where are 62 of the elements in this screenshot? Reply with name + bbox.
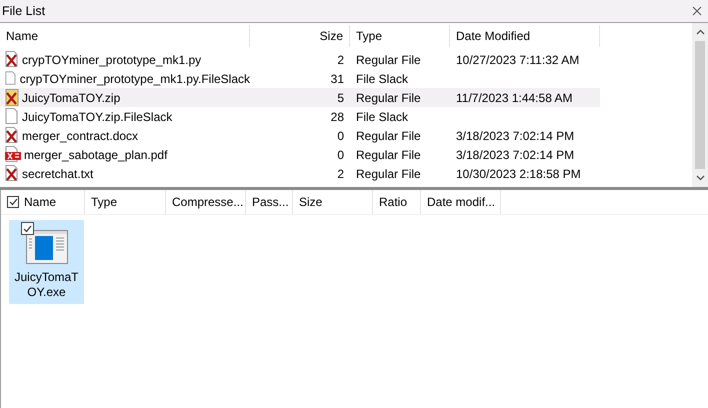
file-date: 3/18/2023 7:02:14 PM	[455, 148, 576, 162]
file-row[interactable]: merger_contract.docx 0 Regular File 3/18/2023 7:02:14 PM	[0, 126, 600, 145]
file-type: Regular File	[355, 148, 422, 162]
select-all-checkbox[interactable]	[7, 196, 19, 208]
file-type: Regular File	[355, 52, 422, 66]
column-header[interactable]: Size	[250, 25, 350, 47]
scroll-up-icon[interactable]	[696, 29, 704, 35]
file-name: JuicyTomaTOY.zip	[22, 90, 120, 104]
application-icon	[26, 230, 68, 264]
file-type: Regular File	[355, 166, 422, 180]
scroll-down-icon[interactable]	[696, 175, 704, 181]
file-type: File Slack	[355, 72, 410, 86]
file-row[interactable]: JuicyTomaTOY.zip 5 Regular File 11/7/2023 1:44:58 AM	[0, 88, 600, 107]
file-name: secretchat.txt	[22, 166, 94, 180]
file-date: 10/27/2023 7:11:32 AM	[455, 52, 580, 66]
column-header[interactable]: Pass...	[252, 195, 289, 209]
file-name: crypTOYminer_prototype_mk1.py	[22, 52, 202, 66]
file-row[interactable]: merger_sabotage_plan.pdf 0 Regular File 3/18/2023 7:02:14 PM	[0, 145, 600, 164]
column-header[interactable]: Compresse...	[172, 195, 244, 209]
file-name: merger_contract.docx	[22, 128, 138, 142]
file-row[interactable]: JuicyTomaTOY.zip.FileSlack 28 File Slack	[0, 107, 600, 126]
file-size: 2	[336, 166, 345, 180]
deleted-file-icon	[5, 51, 19, 68]
column-header[interactable]: Date modif...	[427, 195, 496, 209]
file-row[interactable]: secretchat.txt 2 Regular File 10/30/2023 2:18:58 PM	[0, 164, 600, 183]
deleted-file-icon	[5, 127, 19, 144]
file-icon	[5, 108, 19, 125]
file-date: 3/18/2023 7:02:14 PM	[455, 128, 576, 142]
column-header[interactable]: Type	[91, 195, 118, 209]
file-size: 0	[336, 148, 345, 162]
item-checkbox[interactable]	[21, 222, 34, 235]
file-size: 5	[336, 90, 345, 104]
scroll-thumb[interactable]	[695, 41, 705, 169]
file-date: 11/7/2023 1:44:58 AM	[455, 90, 574, 104]
file-row[interactable]: crypTOYminer_prototype_mk1.py.FileSlack 31 File Slack	[0, 69, 600, 88]
file-type: File Slack	[355, 110, 410, 124]
file-size: 31	[330, 72, 345, 86]
file-icon	[5, 70, 17, 87]
file-type: Regular File	[355, 90, 422, 104]
file-name: crypTOYminer_prototype_mk1.py.FileSlack	[20, 72, 250, 86]
file-size: 2	[336, 52, 345, 66]
close-button[interactable]	[690, 4, 704, 18]
column-header[interactable]: Type	[350, 25, 450, 47]
file-size: 0	[336, 128, 345, 142]
column-header[interactable]: Name	[24, 195, 56, 209]
file-tile[interactable]: JuicyTomaTOY.exe	[9, 220, 84, 304]
file-name: merger_sabotage_plan.pdf	[24, 148, 168, 162]
file-size: 28	[330, 110, 345, 124]
column-header[interactable]: Date Modified	[450, 25, 600, 47]
vertical-scrollbar[interactable]	[692, 23, 708, 187]
deleted-archive-icon	[5, 89, 19, 106]
column-header[interactable]: Name	[0, 25, 250, 47]
deleted-file-icon	[5, 165, 19, 182]
file-name: JuicyTomaTOY.zip.FileSlack	[22, 110, 172, 124]
column-header[interactable]: Size	[299, 195, 322, 209]
file-row[interactable]: crypTOYminer_prototype_mk1.py 2 Regular File 10/27/2023 7:11:32 AM	[0, 50, 600, 69]
file-type: Regular File	[355, 128, 422, 142]
panel-title: File List	[2, 4, 46, 18]
column-header[interactable]: Ratio	[379, 195, 408, 209]
file-name: JuicyTomaTOY.exe	[13, 270, 80, 300]
file-date: 10/30/2023 2:18:58 PM	[455, 166, 582, 180]
pdf-file-icon	[5, 146, 21, 163]
